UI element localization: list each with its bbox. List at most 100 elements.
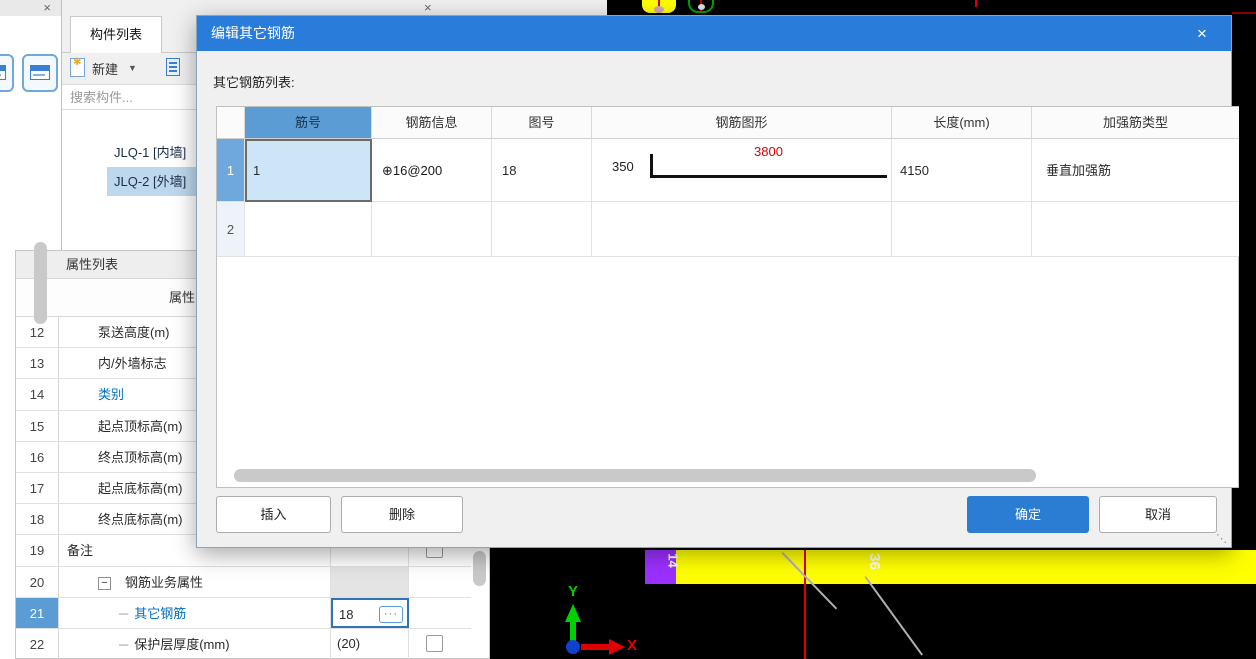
attach-checkbox[interactable]: [426, 635, 443, 652]
property-attach-cell: [409, 629, 471, 659]
property-row-number: 15: [16, 411, 59, 441]
ok-button[interactable]: 确定: [967, 496, 1089, 533]
ucs-x-arrowhead: [609, 639, 625, 655]
collapse-icon[interactable]: −: [98, 577, 111, 590]
rail-view-button-2[interactable]: [22, 54, 58, 92]
cancel-button[interactable]: 取消: [1099, 496, 1217, 533]
property-row-number: 17: [16, 473, 59, 503]
tree-branch-icon: ─: [119, 606, 128, 621]
property-row[interactable]: 21 ─ 其它钢筋 18 ···: [16, 598, 471, 629]
cad-diagonal-line-2: [864, 576, 923, 656]
property-row-number: 19: [16, 535, 59, 565]
copy-document-icon[interactable]: [166, 58, 180, 76]
cell-length[interactable]: 4150: [892, 139, 1032, 202]
cell-shape[interactable]: [592, 202, 892, 257]
edit-other-rebar-dialog: 编辑其它钢筋 × 其它钢筋列表: 筋号 钢筋信息 图号 钢筋图形 长度(mm) …: [196, 15, 1232, 548]
grid-hscrollbar-thumb[interactable]: [234, 469, 1036, 482]
more-options-button[interactable]: ···: [379, 606, 403, 623]
tab-component-list[interactable]: 构件列表: [70, 16, 162, 53]
property-row-number: 18: [16, 504, 59, 534]
property-name: − 钢筋业务属性: [59, 567, 331, 597]
component-panel-header: ×: [62, 0, 490, 16]
property-value-text: 18: [339, 607, 353, 622]
property-attach-cell: [409, 598, 471, 628]
insert-button[interactable]: 插入: [216, 496, 331, 533]
ucs-y-label: Y: [568, 583, 578, 600]
cell-shape[interactable]: 350 3800: [592, 139, 892, 202]
property-row-number: 14: [16, 379, 59, 409]
property-row-number: 13: [16, 348, 59, 378]
cell-info[interactable]: ⊕16@200: [372, 139, 492, 202]
grid-corner-header: [217, 107, 245, 139]
col-header-bar-no[interactable]: 筋号: [245, 107, 372, 139]
property-name: ─ 其它钢筋: [59, 598, 331, 628]
rebar-grid: 筋号 钢筋信息 图号 钢筋图形 长度(mm) 加强筋类型 1 1 ⊕16@200…: [216, 106, 1239, 488]
rebar-list-label: 其它钢筋列表:: [213, 72, 295, 91]
property-scrollbar-thumb[interactable]: [473, 551, 486, 586]
cell-bar-no[interactable]: [245, 202, 372, 257]
cad-node-symbol-green: [688, 0, 714, 13]
property-row[interactable]: 20 − 钢筋业务属性: [16, 567, 471, 598]
new-document-icon: ✱: [70, 58, 85, 77]
property-name-label: 保护层厚度(mm): [134, 637, 229, 652]
new-button[interactable]: 新建: [92, 59, 118, 78]
property-row-number: 20: [16, 567, 59, 597]
col-header-fig[interactable]: 图号: [492, 107, 592, 139]
ucs-x-label: X: [627, 637, 637, 654]
cad-node-symbol-yellow: [642, 0, 676, 13]
property-row[interactable]: 22 ─ 保护层厚度(mm) (20): [16, 629, 471, 659]
panel-close-icon[interactable]: ×: [424, 1, 432, 14]
row-header[interactable]: 2: [217, 202, 245, 257]
cell-info[interactable]: [372, 202, 492, 257]
tree-branch-icon: ─: [119, 637, 128, 652]
property-name: ─ 保护层厚度(mm): [59, 629, 331, 659]
shape-left-dim: 350: [612, 159, 634, 174]
delete-button[interactable]: 删除: [341, 496, 463, 533]
new-star-icon: ✱: [73, 58, 81, 68]
rail-scrollbar-thumb[interactable]: [34, 242, 47, 324]
property-row-number: 16: [16, 442, 59, 472]
col-header-length[interactable]: 长度(mm): [892, 107, 1032, 139]
cad-dim-text-rot-1: 14: [666, 553, 680, 568]
shape-horizontal-leg: [650, 175, 887, 178]
chevron-down-icon[interactable]: ▼: [128, 63, 137, 73]
rail-view-button-1[interactable]: [0, 54, 14, 92]
col-header-type[interactable]: 加强筋类型: [1032, 107, 1239, 139]
ucs-origin-dot: [566, 640, 580, 654]
col-header-shape[interactable]: 钢筋图形: [592, 107, 892, 139]
property-value-text: (20): [337, 636, 360, 651]
property-value[interactable]: [331, 567, 409, 597]
dialog-resize-grip[interactable]: ⋱: [1216, 532, 1227, 545]
row-header[interactable]: 1: [217, 139, 245, 202]
panel-layout-icon: [30, 65, 50, 80]
cell-fig-no[interactable]: [492, 202, 592, 257]
col-header-info[interactable]: 钢筋信息: [372, 107, 492, 139]
cad-wall-yellow: [645, 550, 1256, 584]
cell-type[interactable]: 垂直加强筋: [1032, 139, 1239, 202]
dialog-close-icon[interactable]: ×: [1187, 16, 1217, 51]
cad-red-line-right: [1232, 12, 1256, 14]
dialog-titlebar[interactable]: 编辑其它钢筋: [197, 16, 1231, 51]
cell-length[interactable]: [892, 202, 1032, 257]
property-row-number: 21: [16, 598, 59, 628]
ucs-x-shaft: [581, 644, 609, 650]
cell-bar-no[interactable]: 1: [245, 139, 372, 202]
property-row-number: 22: [16, 629, 59, 659]
cad-dim-text-rot-2: 36: [866, 553, 883, 570]
cad-red-tick: [975, 0, 977, 7]
application-window: 14 36 Y X × × 构件列表 图纸管理: [0, 0, 1256, 659]
rail-close-icon[interactable]: ×: [43, 1, 51, 14]
property-attach-cell: [409, 567, 471, 597]
property-name-label: 钢筋业务属性: [125, 575, 203, 590]
panel-layout-icon: [0, 65, 6, 80]
top-strip-gap: [490, 0, 607, 15]
property-value[interactable]: (20): [331, 629, 409, 659]
cell-type[interactable]: [1032, 202, 1239, 257]
cad-red-axis-line: [804, 550, 806, 659]
ucs-y-arrowhead: [565, 604, 581, 622]
cell-fig-no[interactable]: 18: [492, 139, 592, 202]
rail-header: ×: [0, 0, 61, 16]
property-name-label: 其它钢筋: [134, 606, 186, 621]
shape-top-dim: 3800: [650, 144, 887, 159]
property-value[interactable]: 18 ···: [331, 598, 409, 628]
